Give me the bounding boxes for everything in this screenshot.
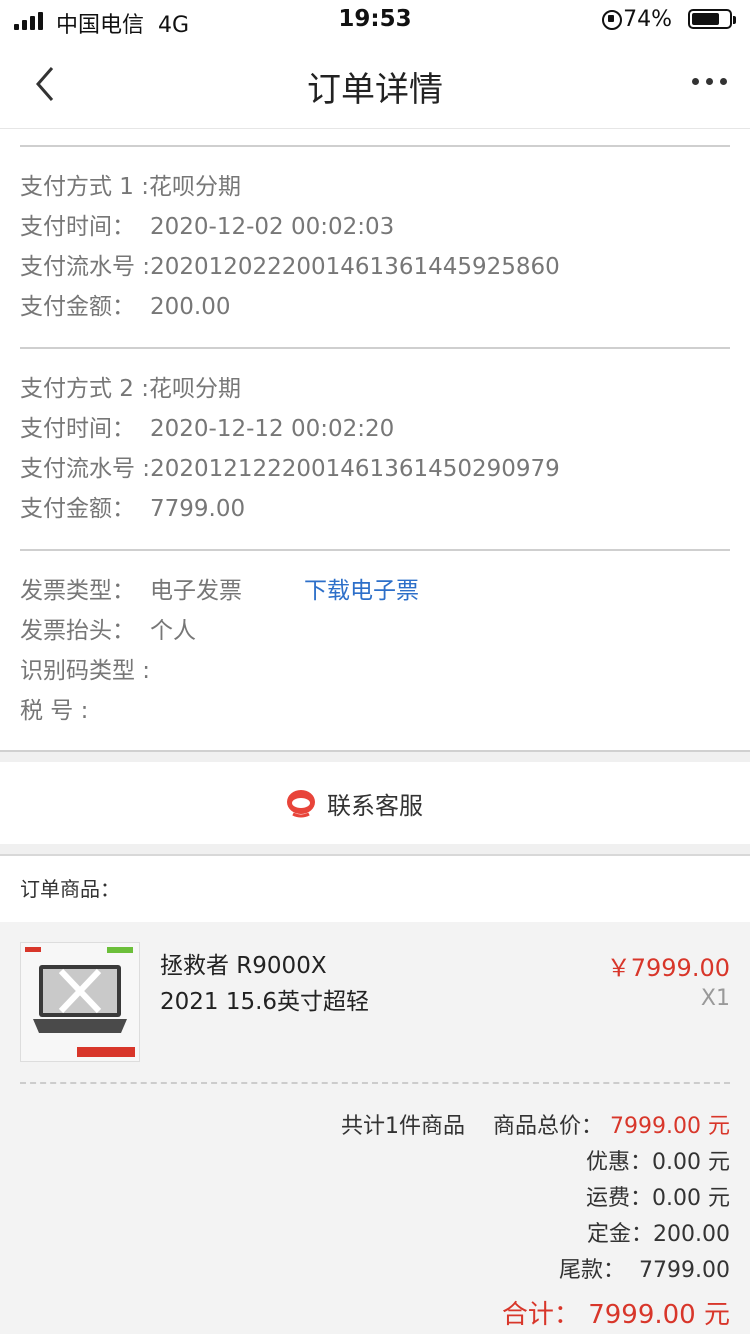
payment-2-amount: 支付金额： 7799.00 bbox=[20, 496, 246, 522]
grand-total-row: 合计： 7999.00 元 bbox=[501, 1300, 730, 1330]
goods-total-row: 共计1件商品 商品总价： 7999.00 元 bbox=[341, 1114, 730, 1139]
payment-2-time: 支付时间： 2020-12-12 00:02:20 bbox=[20, 416, 395, 442]
battery-tip bbox=[733, 16, 736, 24]
payment-1-time: 支付时间： 2020-12-02 00:02:03 bbox=[20, 214, 395, 240]
page-title: 订单详情 bbox=[307, 70, 443, 110]
balance-row: 尾款： 7799.00 bbox=[559, 1258, 730, 1283]
dashed-divider bbox=[20, 1082, 730, 1084]
customer-service-icon bbox=[287, 790, 315, 818]
product-thumbnail[interactable] bbox=[20, 942, 140, 1062]
order-goods-title: 订单商品： bbox=[20, 877, 120, 901]
divider bbox=[20, 145, 730, 147]
divider bbox=[20, 549, 730, 551]
invoice-type: 发票类型： 电子发票 下载电子票 bbox=[20, 576, 419, 606]
payment-2-serial: 支付流水号 :2020121222001461361450290979 bbox=[20, 456, 560, 482]
discount-row: 优惠：0.00 元 bbox=[586, 1150, 730, 1175]
product-price: ￥7999.00 bbox=[606, 954, 730, 982]
product-quantity: X1 bbox=[700, 986, 730, 1011]
battery-percent: 74% bbox=[623, 7, 672, 32]
payment-1-method: 支付方式 1 :花呗分期 bbox=[20, 174, 242, 200]
more-icon[interactable] bbox=[692, 78, 728, 88]
status-bar: 中国电信 4G 19:53 74% bbox=[0, 0, 750, 40]
order-goods-panel: 拯救者 R9000X 2021 15.6英寸超轻 ￥7999.00 X1 共计1… bbox=[0, 922, 750, 1334]
payment-2-method: 支付方式 2 :花呗分期 bbox=[20, 376, 242, 402]
download-invoice-link[interactable]: 下载电子票 bbox=[304, 576, 419, 606]
product-name-line-2[interactable]: 2021 15.6英寸超轻 bbox=[160, 984, 369, 1020]
divider bbox=[20, 347, 730, 349]
orientation-lock-icon bbox=[602, 10, 622, 30]
product-name-line-1[interactable]: 拯救者 R9000X bbox=[160, 948, 327, 984]
section-separator bbox=[0, 844, 750, 856]
status-right: 74% bbox=[576, 7, 736, 35]
laptop-image bbox=[21, 943, 139, 1061]
invoice-tax-number: 税 号 : bbox=[20, 698, 89, 724]
invoice-idcode-type: 识别码类型 : bbox=[20, 658, 151, 684]
contact-service-button[interactable]: 联系客服 bbox=[0, 762, 750, 844]
nav-bar: 订单详情 bbox=[0, 40, 750, 129]
shipping-row: 运费：0.00 元 bbox=[586, 1186, 730, 1211]
payment-1-amount: 支付金额： 200.00 bbox=[20, 294, 231, 320]
deposit-row: 定金：200.00 bbox=[587, 1222, 730, 1247]
invoice-header: 发票抬头： 个人 bbox=[20, 618, 196, 644]
payment-1-serial: 支付流水号 :2020120222001461361445925860 bbox=[20, 254, 560, 280]
contact-service-label: 联系客服 bbox=[327, 792, 423, 820]
battery-icon bbox=[688, 9, 732, 29]
